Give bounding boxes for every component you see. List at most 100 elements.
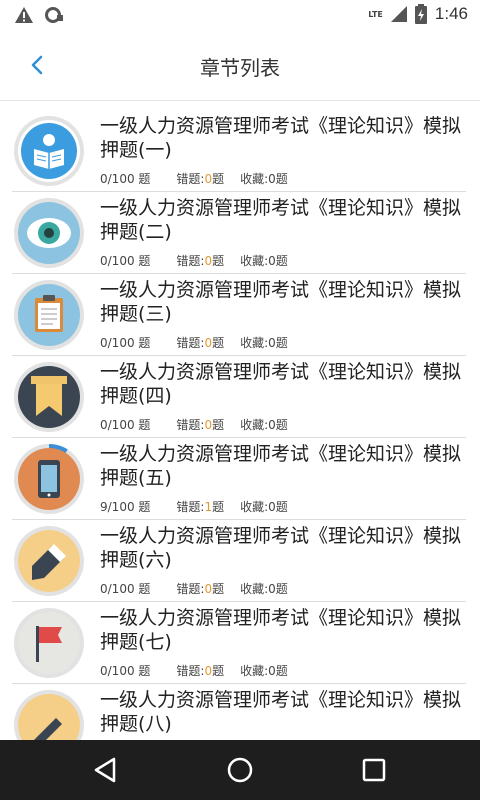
favorite-unit: 题: [275, 254, 288, 268]
wrong-unit: 题: [212, 172, 225, 186]
tablet-icon: [38, 460, 60, 498]
app-header: 章节列表: [0, 32, 480, 101]
favorite-count: 0: [268, 664, 276, 678]
favorite-unit: 题: [275, 336, 288, 350]
wrong-unit: 题: [212, 500, 225, 514]
progress-count: 0/100 题: [100, 582, 151, 596]
chapter-list-item[interactable]: 一级人力资源管理师考试《理论知识》模拟押题(八): [12, 684, 466, 740]
progress-count: 0/100 题: [100, 336, 151, 350]
chapter-stats: 0/100 题错题:0题 收藏:0题: [100, 416, 288, 433]
chapter-icon-badge: [14, 116, 84, 186]
chapter-icon-badge: [14, 444, 84, 514]
pen-icon: [34, 718, 62, 740]
sync-icon: [45, 7, 63, 23]
chapter-title: 一级人力资源管理师考试《理论知识》模拟押题(二): [100, 197, 462, 243]
chapter-stats: 0/100 题错题:0题 收藏:0题: [100, 170, 288, 187]
chapter-title: 一级人力资源管理师考试《理论知识》模拟押题(六): [100, 525, 462, 571]
chapter-stats: 0/100 题错题:0题 收藏:0题: [100, 252, 288, 269]
favorite-label: 收藏:: [240, 418, 269, 432]
chapter-title: 一级人力资源管理师考试《理论知识》模拟押题(三): [100, 279, 462, 325]
wrong-label: 错题:: [176, 254, 205, 268]
favorite-count: 0: [268, 336, 276, 350]
chapter-icon-badge: [14, 362, 84, 432]
chapter-title: 一级人力资源管理师考试《理论知识》模拟押题(七): [100, 607, 462, 653]
chapter-list-item[interactable]: 一级人力资源管理师考试《理论知识》模拟押题(三) 0/100 题错题:0题 收藏:…: [12, 274, 466, 356]
progress-count: 9/100 题: [100, 500, 151, 514]
favorite-label: 收藏:: [240, 336, 269, 350]
wrong-label: 错题:: [176, 582, 205, 596]
wrong-label: 错题:: [176, 500, 205, 514]
clipboard-icon: [35, 295, 63, 332]
wrong-unit: 题: [212, 254, 225, 268]
wrong-label: 错题:: [176, 664, 205, 678]
chapter-list-item[interactable]: 一级人力资源管理师考试《理论知识》模拟押题(六) 0/100 题错题:0题 收藏:…: [12, 520, 466, 602]
favorite-unit: 题: [275, 500, 288, 514]
chapter-list-item[interactable]: 一级人力资源管理师考试《理论知识》模拟押题(二) 0/100 题错题:0题 收藏:…: [12, 192, 466, 274]
signal-icon: [390, 6, 407, 22]
chapter-icon-badge: [14, 280, 84, 350]
status-time: 1:46: [434, 4, 468, 23]
chapter-title: 一级人力资源管理师考试《理论知识》模拟押题(五): [100, 443, 462, 489]
favorite-label: 收藏:: [240, 172, 269, 186]
back-triangle-icon[interactable]: [90, 754, 122, 786]
favorite-unit: 题: [275, 172, 288, 186]
wrong-count: 0: [204, 254, 213, 268]
favorite-count: 0: [268, 254, 276, 268]
chapter-stats: 0/100 题错题:0题 收藏:0题: [100, 662, 288, 679]
page-title: 章节列表: [200, 56, 280, 80]
wrong-count: 0: [204, 336, 213, 350]
wrong-unit: 题: [212, 336, 225, 350]
chapter-icon-badge: [14, 526, 84, 596]
favorite-label: 收藏:: [240, 254, 269, 268]
recents-square-icon[interactable]: [358, 754, 390, 786]
chapter-title: 一级人力资源管理师考试《理论知识》模拟押题(四): [100, 361, 462, 407]
home-circle-icon[interactable]: [224, 754, 256, 786]
notification-icons: [14, 6, 64, 24]
wrong-label: 错题:: [176, 418, 205, 432]
wrong-count: 1: [204, 500, 213, 514]
eye-icon: [27, 218, 71, 248]
favorite-count: 0: [268, 582, 276, 596]
system-navigation-bar: [0, 740, 480, 800]
wrong-count: 0: [204, 664, 213, 678]
wrong-count: 0: [204, 582, 213, 596]
pencil-icon: [32, 544, 66, 580]
wrong-label: 错题:: [176, 336, 205, 350]
chapter-list-item[interactable]: 一级人力资源管理师考试《理论知识》模拟押题(四) 0/100 题错题:0题 收藏:…: [12, 356, 466, 438]
favorite-label: 收藏:: [240, 500, 269, 514]
progress-count: 0/100 题: [100, 418, 151, 432]
wrong-unit: 题: [212, 582, 225, 596]
reading-book-icon: [21, 123, 77, 179]
chapter-stats: 0/100 题错题:0题 收藏:0题: [100, 334, 288, 351]
wrong-unit: 题: [212, 418, 225, 432]
favorite-unit: 题: [275, 418, 288, 432]
wrong-count: 0: [204, 172, 213, 186]
wrong-unit: 题: [212, 664, 225, 678]
chapter-icon-badge: [14, 198, 84, 268]
favorite-unit: 题: [275, 664, 288, 678]
chapter-title: 一级人力资源管理师考试《理论知识》模拟押题(一): [100, 115, 462, 161]
chapter-list-item[interactable]: 一级人力资源管理师考试《理论知识》模拟押题(七) 0/100 题错题:0题 收藏:…: [12, 602, 466, 684]
wrong-label: 错题:: [176, 172, 205, 186]
favorite-count: 0: [268, 418, 276, 432]
chapter-stats: 9/100 题错题:1题 收藏:0题: [100, 498, 288, 515]
favorite-label: 收藏:: [240, 664, 269, 678]
wrong-count: 0: [204, 418, 213, 432]
chapter-icon-badge: [14, 690, 84, 740]
chapter-list: 一级人力资源管理师考试《理论知识》模拟押题(一) 0/100 题错题:0题 收藏:…: [0, 110, 480, 740]
chapter-stats: 0/100 题错题:0题 收藏:0题: [100, 580, 288, 597]
progress-count: 0/100 题: [100, 172, 151, 186]
favorite-unit: 题: [275, 582, 288, 596]
status-bar: LTE 1:46: [0, 0, 480, 32]
chapter-list-item[interactable]: 一级人力资源管理师考试《理论知识》模拟押题(一) 0/100 题错题:0题 收藏:…: [12, 110, 466, 192]
favorite-label: 收藏:: [240, 582, 269, 596]
warning-icon: [15, 7, 33, 23]
battery-icon: [414, 4, 427, 24]
chapter-icon-badge: [14, 608, 84, 678]
progress-count: 0/100 题: [100, 254, 151, 268]
chapter-title: 一级人力资源管理师考试《理论知识》模拟押题(八): [100, 689, 462, 735]
favorite-count: 0: [268, 500, 276, 514]
bookmark-icon: [31, 376, 67, 416]
flag-icon: [36, 626, 62, 662]
chapter-list-item[interactable]: 一级人力资源管理师考试《理论知识》模拟押题(五) 9/100 题错题:1题 收藏:…: [12, 438, 466, 520]
